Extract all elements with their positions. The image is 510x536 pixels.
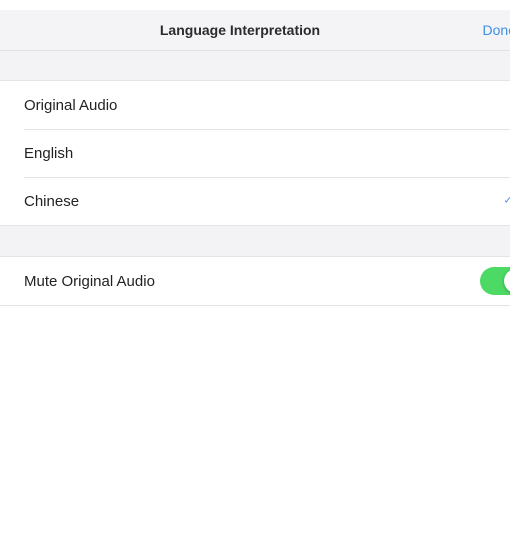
language-option-original-audio[interactable]: Original Audio bbox=[0, 81, 510, 129]
language-list: Original Audio English Chinese ✓ bbox=[0, 80, 510, 226]
language-option-label: Chinese bbox=[24, 192, 80, 210]
checkmark-icon: ✓ bbox=[503, 195, 510, 207]
language-option-label: Original Audio bbox=[24, 96, 118, 114]
mute-original-audio-label: Mute Original Audio bbox=[24, 272, 155, 290]
language-option-label: English bbox=[24, 144, 74, 162]
page-title: Language Interpretation bbox=[159, 22, 321, 38]
audio-settings: Mute Original Audio bbox=[0, 256, 510, 306]
toggle-knob bbox=[504, 269, 510, 293]
status-strip bbox=[0, 0, 510, 10]
language-interpretation-screen: Language Interpretation Done Original Au… bbox=[0, 0, 510, 536]
section-spacer bbox=[0, 51, 510, 80]
empty-content-area bbox=[0, 306, 510, 536]
section-spacer bbox=[0, 226, 510, 256]
done-button[interactable]: Done bbox=[483, 10, 510, 50]
navigation-bar: Language Interpretation Done bbox=[0, 10, 510, 51]
language-option-chinese[interactable]: Chinese ✓ bbox=[0, 177, 510, 225]
mute-original-audio-toggle[interactable] bbox=[480, 267, 510, 295]
mute-original-audio-row: Mute Original Audio bbox=[0, 257, 510, 305]
language-option-english[interactable]: English bbox=[0, 129, 510, 177]
